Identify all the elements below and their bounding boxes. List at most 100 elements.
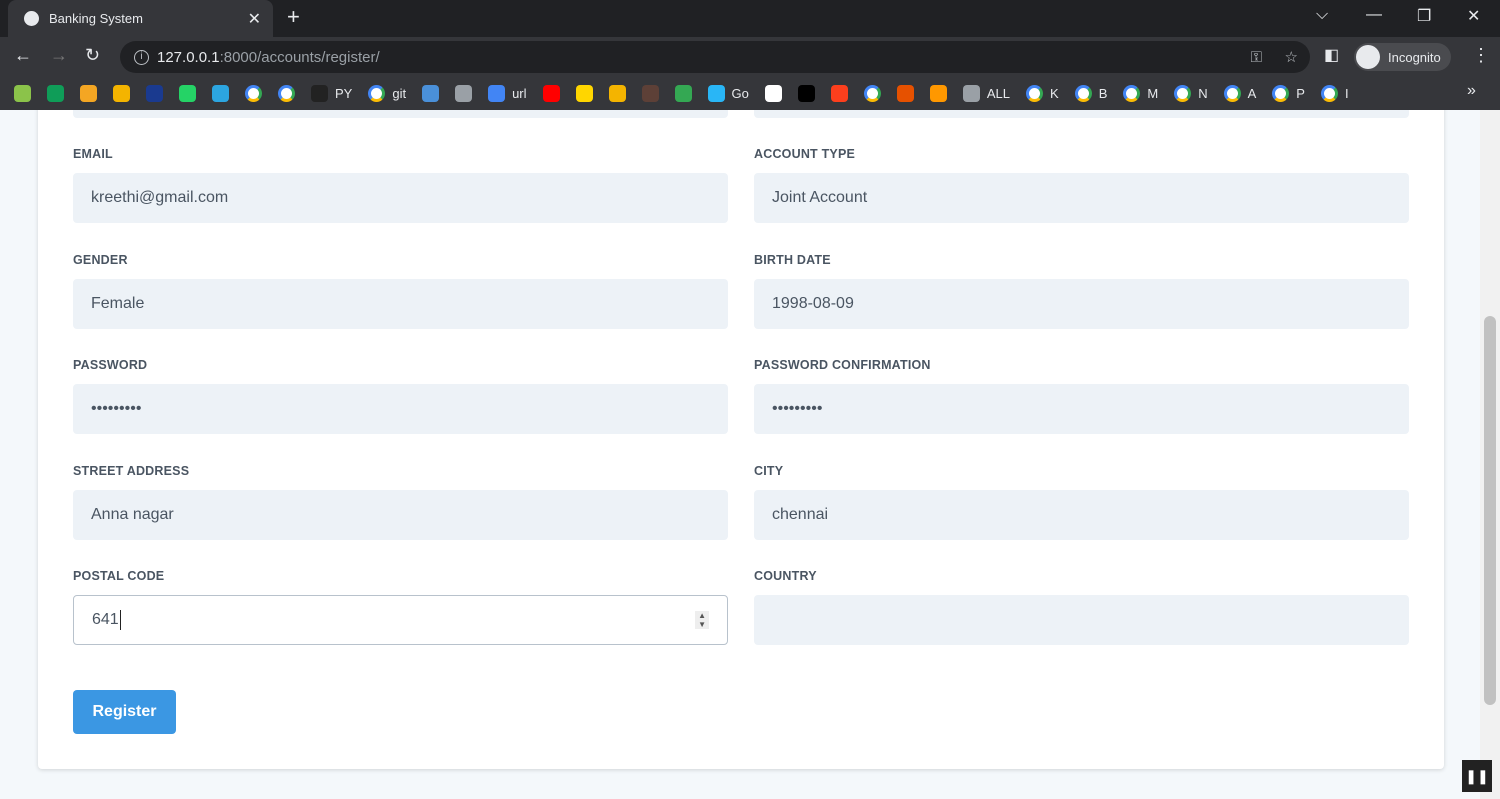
google-icon [368, 85, 386, 102]
incognito-icon [1356, 45, 1380, 69]
scrollbar[interactable] [1480, 110, 1500, 799]
register-button[interactable]: Register [73, 690, 176, 734]
input-value: Anna nagar [91, 505, 174, 523]
postal-code-label: POSTAL CODE [73, 569, 165, 583]
gender-input[interactable]: Female [73, 278, 728, 329]
star-icon[interactable]: ☆ [1285, 48, 1298, 66]
street-address-input[interactable]: Anna nagar [73, 489, 728, 540]
window-close-icon[interactable]: ✕ [1467, 6, 1480, 26]
account-type-input[interactable]: Joint Account [754, 173, 1409, 223]
form-field: COUNTRY [754, 569, 1409, 645]
country-input[interactable] [754, 595, 1409, 645]
bookmark-item[interactable] [575, 85, 593, 102]
bookmark-item[interactable] [674, 85, 692, 102]
back-icon[interactable]: ← [14, 45, 32, 66]
password-input[interactable]: ••••••••• [73, 384, 728, 434]
bookmark-icon [113, 85, 130, 102]
bookmark-label: ALL [986, 86, 1011, 101]
bookmark-item[interactable] [542, 85, 560, 102]
minimize-icon[interactable]: — [1366, 6, 1382, 24]
bookmark-item[interactable]: B [1074, 85, 1108, 102]
bookmark-icon [674, 85, 692, 102]
bookmark-item[interactable]: A [1223, 85, 1256, 102]
bookmark-icon [641, 85, 659, 102]
input-value: Joint Account [772, 189, 868, 206]
page-content: Register kreethi suresh EMAIL kreethi@gmail… [0, 110, 1480, 799]
street-address-label: STREET ADDRESS [73, 463, 190, 478]
bookmark-item[interactable]: url [488, 85, 527, 102]
google-icon [1320, 85, 1338, 102]
key-icon[interactable]: ⚿ [1251, 49, 1262, 66]
bookmark-item[interactable] [245, 85, 262, 102]
reload-icon[interactable]: ↻ [85, 45, 100, 66]
input-value: ••••••••• [91, 400, 142, 417]
tab-bar: Banking System ✕ + ⌵ — ❐ ✕ [0, 0, 1500, 37]
name-input[interactable]: kreethi [73, 110, 728, 118]
bookmark-item[interactable] [863, 85, 881, 102]
bookmark-item[interactable] [179, 85, 196, 102]
bookmark-item[interactable] [896, 85, 914, 102]
restore-icon[interactable]: ❐ [1417, 6, 1431, 26]
postal-code-input[interactable]: 641 ▲ ▼ [73, 595, 728, 645]
bookmark-item[interactable] [797, 85, 815, 102]
name-input[interactable]: suresh [754, 110, 1409, 118]
bookmark-label: git [392, 86, 407, 101]
bookmark-icon [488, 85, 506, 102]
bookmark-item[interactable]: Go [707, 85, 749, 102]
gender-label: GENDER [73, 252, 128, 267]
bookmark-label: B [1098, 86, 1108, 101]
bookmark-icon [896, 85, 914, 102]
bookmark-item[interactable] [80, 85, 97, 102]
bookmark-item[interactable]: ALL [962, 85, 1011, 102]
address-bar[interactable]: i 127.0.0.1:8000/accounts/register/ ⚿ ☆ [120, 41, 1310, 73]
bookmark-item[interactable] [764, 85, 782, 102]
tab-search-icon[interactable]: ⌵ [1316, 6, 1328, 24]
bookmark-item[interactable] [608, 85, 626, 102]
form-field: CITY chennai [754, 464, 1409, 540]
number-spinner[interactable]: ▲ ▼ [695, 611, 709, 629]
bookmark-item[interactable] [146, 85, 163, 102]
password-confirmation-input[interactable]: ••••••••• [754, 384, 1409, 434]
email-input[interactable]: kreethi@gmail.com [73, 173, 728, 223]
bookmark-item[interactable] [212, 85, 229, 102]
more-bookmarks-icon[interactable]: » [1467, 82, 1476, 100]
bookmark-item[interactable]: N [1174, 85, 1208, 102]
bookmark-item[interactable] [641, 85, 659, 102]
city-input[interactable]: chennai [754, 489, 1409, 540]
close-tab-icon[interactable]: ✕ [248, 9, 261, 29]
form-field: ACCOUNT TYPE Joint Account [754, 147, 1409, 223]
bookmark-icon [608, 85, 626, 102]
bookmark-item[interactable]: M [1123, 85, 1158, 102]
bookmark-item[interactable] [455, 85, 473, 102]
bookmark-icon [47, 85, 64, 102]
forward-icon[interactable]: → [50, 45, 68, 66]
bookmark-label: url [512, 86, 527, 101]
bookmark-icon [311, 85, 328, 102]
bookmark-item[interactable] [14, 85, 31, 102]
scrollbar-thumb[interactable] [1484, 316, 1496, 705]
bookmark-item[interactable]: K [1026, 85, 1059, 102]
info-icon[interactable]: i [134, 49, 149, 65]
browser-tab[interactable]: Banking System ✕ [8, 0, 273, 37]
side-panel-icon[interactable]: ◧ [1324, 45, 1339, 65]
google-icon [245, 85, 262, 102]
bookmark-item[interactable]: PY [311, 85, 352, 102]
bookmark-item[interactable] [113, 85, 130, 102]
bookmark-item[interactable]: P [1272, 85, 1305, 102]
new-tab-icon[interactable]: + [287, 4, 300, 30]
bookmark-item[interactable]: I [1320, 85, 1349, 102]
incognito-profile[interactable]: Incognito [1354, 43, 1451, 71]
bookmark-icon [575, 85, 593, 102]
email-label: EMAIL [73, 147, 113, 161]
bookmark-item[interactable] [422, 85, 440, 102]
menu-icon[interactable]: ⋮ [1472, 45, 1490, 66]
bookmark-item[interactable] [830, 85, 848, 102]
bookmark-item[interactable] [929, 85, 947, 102]
bookmark-icon [764, 85, 782, 102]
pause-icon[interactable]: ❚❚ [1462, 760, 1492, 792]
bookmark-item[interactable]: git [368, 85, 406, 102]
bookmark-item[interactable] [47, 85, 64, 102]
birth-date-input[interactable]: 1998-08-09 [754, 278, 1409, 329]
bookmark-item[interactable] [278, 85, 295, 102]
password-label: PASSWORD [73, 358, 148, 372]
